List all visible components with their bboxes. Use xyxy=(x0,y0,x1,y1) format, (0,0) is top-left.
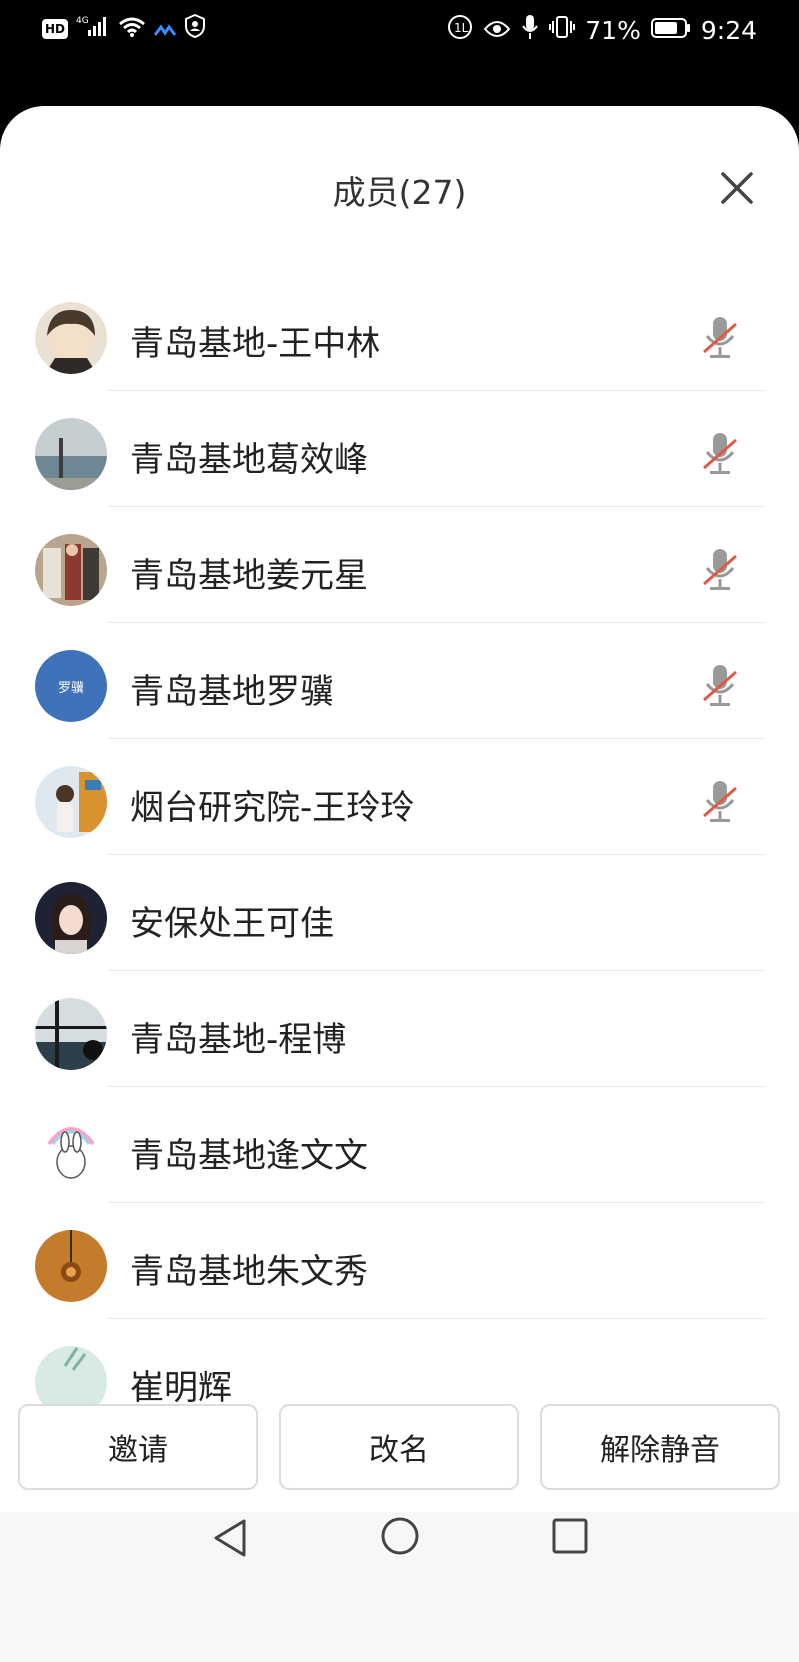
vibrate-icon xyxy=(549,15,576,45)
divider xyxy=(108,1318,765,1319)
avatar xyxy=(35,998,107,1070)
member-list[interactable]: 青岛基地-王中林 青岛基地葛效峰 青岛基地姜元星 罗骥 青岛基地罗骥 烟台研究院… xyxy=(0,280,799,1474)
avatar xyxy=(35,302,107,374)
svg-text:4G: 4G xyxy=(76,16,89,26)
member-row[interactable]: 青岛基地朱文秀 xyxy=(0,1208,799,1324)
member-name: 青岛基地姜元星 xyxy=(130,556,368,596)
eye-comfort-icon xyxy=(483,16,511,45)
sheet-title: 成员(27) xyxy=(332,173,467,212)
avatar xyxy=(35,534,107,606)
muted-mic-icon xyxy=(700,778,740,826)
avatar xyxy=(35,418,107,490)
avatar xyxy=(35,766,107,838)
member-name: 安保处王可佳 xyxy=(130,904,334,944)
muted-mic-icon xyxy=(700,430,740,478)
divider xyxy=(108,970,765,971)
muted-mic-icon xyxy=(700,314,740,362)
muted-mic-icon xyxy=(700,662,740,710)
home-icon[interactable] xyxy=(380,1516,420,1560)
member-row[interactable]: 青岛基地-王中林 xyxy=(0,280,799,396)
member-name: 青岛基地逄文文 xyxy=(130,1136,368,1176)
cellular-signal-icon: 4G xyxy=(76,14,110,44)
member-name: 青岛基地朱文秀 xyxy=(130,1252,368,1292)
divider xyxy=(108,506,765,507)
unmute-all-button[interactable]: 解除静音 xyxy=(540,1404,780,1490)
divider xyxy=(108,390,765,391)
member-name: 青岛基地葛效峰 xyxy=(130,440,368,480)
divider xyxy=(108,854,765,855)
battery-percent: 71% xyxy=(585,15,641,45)
member-name: 青岛基地-程博 xyxy=(130,1020,347,1060)
member-name: 青岛基地罗骥 xyxy=(130,672,334,712)
member-row[interactable]: 青岛基地葛效峰 xyxy=(0,396,799,512)
avatar-initials: 罗骥 xyxy=(57,680,84,696)
data-saver-icon: 1L xyxy=(447,14,473,46)
members-sheet: 成员(27) 青岛基地-王中林 青岛基地葛效峰 青岛基地姜元星 罗骥 青岛基地罗… xyxy=(0,106,799,1662)
avatar xyxy=(35,1230,107,1302)
action-bar: 邀请 改名 解除静音 xyxy=(0,1404,799,1494)
battery-icon xyxy=(650,16,691,45)
recents-icon[interactable] xyxy=(552,1518,588,1558)
clock: 9:24 xyxy=(700,15,757,45)
navigation-bar xyxy=(0,1512,799,1662)
invite-button[interactable]: 邀请 xyxy=(18,1404,258,1490)
divider xyxy=(108,1086,765,1087)
microphone-status-icon xyxy=(521,14,539,46)
app-notification-icon xyxy=(153,15,177,44)
member-row[interactable]: 青岛基地姜元星 xyxy=(0,512,799,628)
avatar xyxy=(35,1114,107,1186)
back-icon[interactable] xyxy=(212,1518,248,1562)
member-row[interactable]: 青岛基地逄文文 xyxy=(0,1092,799,1208)
divider xyxy=(108,738,765,739)
member-row[interactable]: 烟台研究院-王玲玲 xyxy=(0,744,799,860)
shield-user-icon xyxy=(184,13,206,44)
avatar: 罗骥 xyxy=(35,650,107,722)
hd-badge: HD xyxy=(42,19,69,39)
member-name: 烟台研究院-王玲玲 xyxy=(130,788,415,828)
member-row[interactable]: 安保处王可佳 xyxy=(0,860,799,976)
status-bar: HD 4G 1L 71% 9:24 xyxy=(0,0,799,62)
divider xyxy=(108,1202,765,1203)
close-icon[interactable] xyxy=(719,170,755,206)
wifi-icon xyxy=(118,15,146,44)
member-name: 崔明辉 xyxy=(130,1368,232,1408)
divider xyxy=(108,622,765,623)
member-row[interactable]: 罗骥 青岛基地罗骥 xyxy=(0,628,799,744)
member-name: 青岛基地-王中林 xyxy=(130,324,381,364)
svg-text:1L: 1L xyxy=(454,21,469,35)
muted-mic-icon xyxy=(700,546,740,594)
member-row[interactable]: 青岛基地-程博 xyxy=(0,976,799,1092)
avatar xyxy=(35,882,107,954)
rename-button[interactable]: 改名 xyxy=(279,1404,519,1490)
